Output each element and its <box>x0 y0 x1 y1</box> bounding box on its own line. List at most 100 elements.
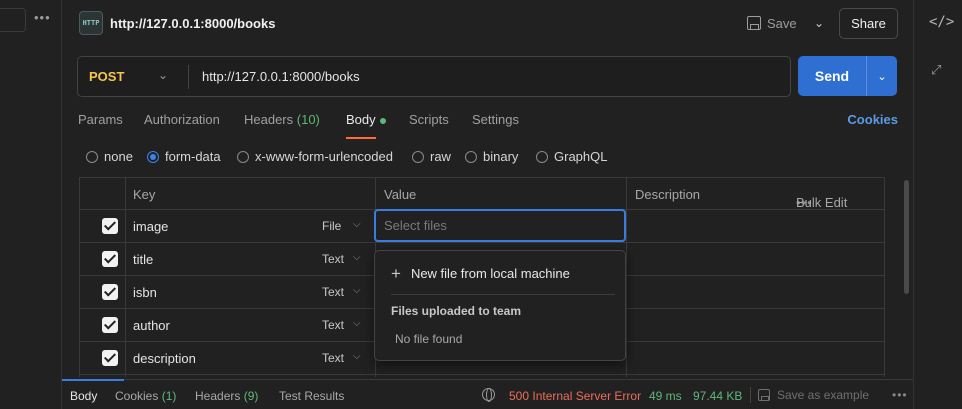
request-header: HTTP http://127.0.0.1:8000/books Save ⌄ … <box>62 0 913 48</box>
request-title[interactable]: http://127.0.0.1:8000/books <box>110 16 275 31</box>
globe-icon[interactable] <box>482 388 495 402</box>
save-options-chevron-icon[interactable]: ⌄ <box>808 11 830 35</box>
radio-raw[interactable]: raw <box>412 149 451 164</box>
row-key[interactable]: description <box>133 351 196 366</box>
tab-body-label: Body <box>346 112 376 127</box>
response-more-icon[interactable]: ••• <box>892 388 908 402</box>
header-key: Key <box>133 187 156 202</box>
header-value: Value <box>384 187 417 202</box>
save-label: Save <box>767 15 797 31</box>
chevron-down-icon[interactable]: ⌵ <box>353 219 361 230</box>
radio-circle-checked <box>147 150 159 163</box>
method-chevron-icon[interactable]: ⌄ <box>158 68 168 82</box>
response-size[interactable]: 97.44 KB <box>693 389 742 403</box>
row-checkbox[interactable] <box>102 218 118 234</box>
active-response-tab-indicator <box>62 379 124 381</box>
response-tab-headers[interactable]: Headers (9) <box>195 389 258 403</box>
header-description: Description <box>635 187 701 202</box>
tab-settings[interactable]: Settings <box>472 112 519 127</box>
share-button[interactable]: Share <box>839 8 898 39</box>
radio-circle <box>237 150 249 163</box>
row-type-select[interactable]: Text <box>322 285 344 299</box>
more-options-icon[interactable]: ••• <box>34 10 51 25</box>
row-key[interactable]: isbn <box>133 285 157 300</box>
method-selector[interactable]: POST <box>89 69 124 84</box>
row-checkbox[interactable] <box>102 317 118 333</box>
radio-label: binary <box>483 149 519 164</box>
radio-label: x-www-form-urlencoded <box>255 149 393 164</box>
radio-graphql[interactable]: GraphQL <box>536 149 607 164</box>
response-divider <box>750 387 751 403</box>
radio-none[interactable]: none <box>86 149 133 164</box>
request-tabs: Params Authorization Headers (10) Body S… <box>78 112 898 139</box>
radio-circle <box>412 150 424 163</box>
save-example-label: Save as example <box>777 388 870 402</box>
response-tab-cookies[interactable]: Cookies (1) <box>115 389 176 403</box>
new-file-from-local-button[interactable]: + New file from local machine <box>391 265 570 282</box>
select-files-input[interactable] <box>376 211 624 240</box>
tab-scripts[interactable]: Scripts <box>409 112 449 127</box>
chevron-down-icon[interactable]: ⌵ <box>353 351 361 362</box>
chevron-down-icon[interactable]: ⌵ <box>353 318 361 329</box>
value-file-input[interactable] <box>374 209 626 242</box>
vertical-scrollbar[interactable] <box>904 180 909 294</box>
tab-params[interactable]: Params <box>78 112 123 127</box>
tab-headers-label: Headers <box>244 112 294 127</box>
chevron-down-icon[interactable]: ⌵ <box>353 252 361 263</box>
save-button[interactable]: Save <box>747 11 797 35</box>
uploaded-files-heading: Files uploaded to team <box>391 304 522 318</box>
row-type-select[interactable]: Text <box>322 351 344 365</box>
headers-count: (10) <box>296 112 320 127</box>
tab-authorization[interactable]: Authorization <box>144 112 220 127</box>
radio-label: raw <box>430 149 451 164</box>
plus-icon: + <box>391 264 401 283</box>
save-icon <box>747 16 761 30</box>
radio-binary[interactable]: binary <box>465 149 518 164</box>
row-key[interactable]: author <box>133 318 170 333</box>
row-checkbox[interactable] <box>102 350 118 366</box>
response-bar: Body Cookies (1) Headers (9) Test Result… <box>62 379 913 409</box>
code-snippet-icon[interactable]: </> <box>929 14 954 30</box>
bulk-edit-label: Bulk Edit <box>796 195 848 210</box>
radio-circle <box>86 150 98 163</box>
send-button[interactable]: Send <box>798 56 866 96</box>
row-key[interactable]: image <box>133 219 168 234</box>
cookies-count: (1) <box>161 389 177 403</box>
response-tab-cookies-label: Cookies <box>115 389 159 403</box>
right-rail: </> ⤢ <box>913 0 962 409</box>
row-checkbox[interactable] <box>102 251 118 267</box>
table-header: Key Value Description ••• Bulk Edit <box>80 178 884 210</box>
radio-urlencoded[interactable]: x-www-form-urlencoded <box>237 149 393 164</box>
response-tab-headers-label: Headers <box>195 389 241 403</box>
radio-form-data[interactable]: form-data <box>147 149 221 164</box>
response-tab-test-results[interactable]: Test Results <box>279 389 344 403</box>
body-active-dot <box>379 117 386 124</box>
row-type-select[interactable]: File <box>322 219 341 233</box>
file-picker-dropdown: + New file from local machine Files uplo… <box>374 250 626 361</box>
url-divider <box>188 65 189 89</box>
save-as-example-button[interactable]: Save as example <box>758 388 869 402</box>
response-time[interactable]: 49 ms <box>649 389 682 403</box>
row-type-select[interactable]: Text <box>322 252 344 266</box>
previous-tab-fragment[interactable] <box>0 8 26 32</box>
expand-arrows-icon[interactable]: ⤢ <box>931 62 941 78</box>
send-options-chevron-icon[interactable]: ⌄ <box>866 56 897 96</box>
radio-circle <box>536 150 548 163</box>
left-sidebar-edge: ••• <box>0 0 62 409</box>
radio-circle <box>465 150 477 163</box>
chevron-down-icon[interactable]: ⌵ <box>353 285 361 296</box>
response-status[interactable]: 500 Internal Server Error <box>509 389 641 403</box>
url-input[interactable]: http://127.0.0.1:8000/books <box>202 69 360 84</box>
active-tab-underline <box>346 137 376 139</box>
tab-headers[interactable]: Headers (10) <box>244 112 320 127</box>
tab-body[interactable]: Body <box>346 112 386 127</box>
row-type-select[interactable]: Text <box>322 318 344 332</box>
row-checkbox[interactable] <box>102 284 118 300</box>
radio-label: form-data <box>165 149 221 164</box>
save-icon <box>758 389 770 401</box>
cookies-link[interactable]: Cookies <box>847 112 898 127</box>
dropdown-divider <box>391 294 615 295</box>
row-key[interactable]: title <box>133 252 153 267</box>
url-bar: POST ⌄ http://127.0.0.1:8000/books <box>77 56 791 97</box>
response-tab-body[interactable]: Body <box>70 389 97 403</box>
